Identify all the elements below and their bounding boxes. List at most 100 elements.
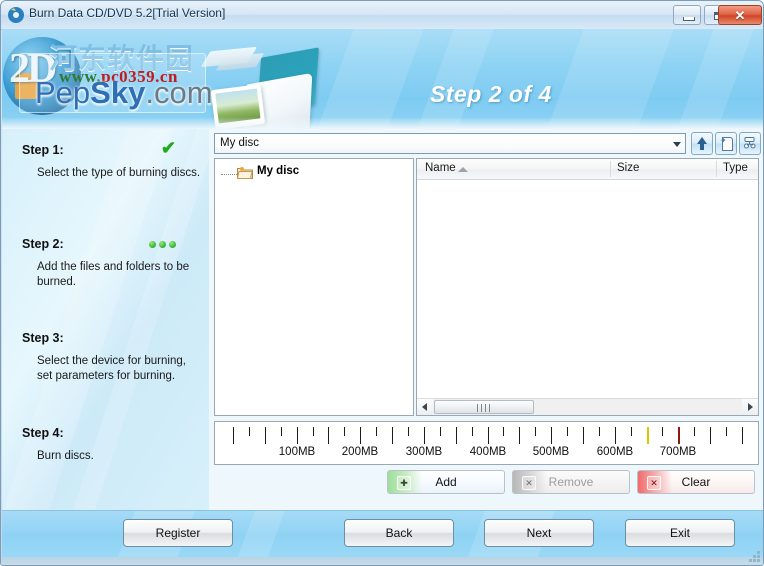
- column-header-size[interactable]: Size: [617, 162, 639, 174]
- ruler-minor-tick: [694, 427, 695, 436]
- ruler-minor-tick: [599, 427, 600, 436]
- tree-connector: [221, 174, 237, 175]
- ruler-major-tick: [710, 427, 711, 444]
- ruler-major-tick: [519, 427, 520, 444]
- clear-button[interactable]: ✕ Clear: [637, 470, 755, 494]
- step-3-description: Select the device for burning, set param…: [37, 355, 186, 382]
- window-title: Burn Data CD/DVD 5.2[Trial Version]: [29, 6, 226, 20]
- ruler-minor-tick: [631, 427, 632, 436]
- column-divider[interactable]: [610, 161, 611, 177]
- sidebar-step-4: Step 4: Burn discs.: [22, 426, 200, 464]
- ruler-major-tick: [615, 427, 616, 444]
- check-icon: ✔: [160, 138, 176, 158]
- ruler-major-tick: [233, 427, 234, 444]
- resize-grip[interactable]: [749, 551, 761, 563]
- disc-select-combobox[interactable]: My disc: [214, 133, 686, 154]
- step-1-description: Select the type of burning discs.: [37, 167, 201, 179]
- next-button[interactable]: Next: [484, 519, 594, 547]
- triangle-left-icon: [422, 403, 427, 411]
- capacity-ruler: 100MB 200MB 300MB 400MB 500MB 600MB 700MB: [214, 421, 759, 465]
- column-header-name[interactable]: Name: [425, 162, 456, 174]
- ruler-major-tick: [265, 427, 266, 444]
- ruler-minor-tick: [472, 427, 473, 436]
- scroll-right-button[interactable]: [742, 399, 758, 414]
- minimize-button[interactable]: [673, 5, 701, 25]
- sparkle-icon: ✦: [720, 136, 727, 145]
- title-bar: Burn Data CD/DVD 5.2[Trial Version] ✕: [1, 1, 763, 30]
- ruler-label: 200MB: [341, 446, 379, 458]
- folder-open-icon: [236, 166, 253, 179]
- ruler-label: 300MB: [405, 446, 443, 458]
- scrollbar-grip-icon: [477, 404, 491, 412]
- step-2-status: [146, 235, 176, 253]
- cd-700-marker: [678, 427, 680, 444]
- ruler-label: 500MB: [532, 446, 570, 458]
- register-button[interactable]: Register: [123, 519, 233, 547]
- up-one-level-button[interactable]: [691, 132, 713, 155]
- remove-button-label: Remove: [548, 475, 594, 489]
- ruler-major-tick: [551, 427, 552, 444]
- ruler-major-tick: [583, 427, 584, 444]
- sort-ascending-icon: [458, 167, 468, 172]
- ruler-minor-tick: [726, 427, 727, 436]
- app-icon: [7, 6, 25, 24]
- file-list-panel[interactable]: Name Size Type: [416, 158, 759, 416]
- ruler-major-tick: [742, 427, 743, 444]
- rename-icon: [744, 136, 757, 149]
- sidebar-step-2: Step 2: Add the files and folders to be …: [22, 237, 200, 290]
- disc-tree-panel[interactable]: My disc: [214, 158, 414, 416]
- horizontal-scrollbar[interactable]: [417, 398, 758, 415]
- minimize-icon: [683, 17, 695, 21]
- step-4-description: Burn discs.: [37, 450, 94, 462]
- file-list-header: Name Size Type: [417, 159, 758, 180]
- ruler-minor-tick: [313, 427, 314, 436]
- add-button-label: Add: [435, 475, 457, 489]
- sidebar-step-3: Step 3: Select the device for burning, s…: [22, 331, 200, 384]
- column-header-type[interactable]: Type: [723, 162, 748, 174]
- step-3-title: Step 3:: [22, 331, 64, 345]
- ruler-minor-tick: [567, 427, 568, 436]
- triangle-right-icon: [748, 403, 753, 411]
- ruler-label: 400MB: [469, 446, 507, 458]
- close-icon: ✕: [734, 8, 746, 23]
- close-button[interactable]: ✕: [718, 5, 762, 25]
- app-window: Burn Data CD/DVD 5.2[Trial Version] ✕ St…: [0, 0, 764, 566]
- step-1-status: ✔: [160, 138, 176, 159]
- file-list-body[interactable]: [417, 180, 758, 398]
- step-4-title: Step 4:: [22, 426, 64, 440]
- header-stripe: [525, 29, 689, 129]
- rename-button[interactable]: [739, 132, 761, 155]
- remove-button[interactable]: ✕ Remove: [512, 470, 630, 494]
- header-banner: Step 2 of 4: [2, 29, 763, 129]
- ruler-label: 600MB: [596, 446, 634, 458]
- new-folder-button[interactable]: ✦: [715, 132, 737, 155]
- exit-button[interactable]: Exit: [625, 519, 735, 547]
- ruler-major-tick: [456, 427, 457, 444]
- scrollbar-thumb[interactable]: [434, 400, 534, 414]
- header-fade: [2, 117, 763, 129]
- ruler-minor-tick: [535, 427, 536, 436]
- scroll-left-button[interactable]: [417, 399, 433, 414]
- up-arrow-icon-stem: [700, 143, 704, 150]
- progress-dot-icon: [169, 241, 176, 248]
- progress-dot-icon: [159, 241, 166, 248]
- back-button[interactable]: Back: [344, 519, 454, 547]
- ruler-label: 100MB: [278, 446, 316, 458]
- add-button[interactable]: ✚ Add: [387, 470, 505, 494]
- steps-sidebar: Step 1: ✔ Select the type of burning dis…: [2, 129, 210, 510]
- ruler-minor-tick: [376, 427, 377, 436]
- ruler-major-tick: [392, 427, 393, 444]
- ruler-major-tick: [424, 427, 425, 444]
- clear-button-label: Clear: [681, 475, 711, 489]
- content-area: My disc ✦ My disc Name Size Type 100MB 2…: [209, 129, 763, 510]
- ruler-major-tick: [328, 427, 329, 444]
- ruler-minor-tick: [440, 427, 441, 436]
- ruler-label: 700MB: [659, 446, 697, 458]
- ruler-minor-tick: [503, 427, 504, 436]
- ruler-minor-tick: [662, 427, 663, 436]
- tree-item-label: My disc: [257, 165, 300, 177]
- ruler-minor-tick: [408, 427, 409, 436]
- step-2-description: Add the files and folders to be burned.: [37, 261, 190, 288]
- column-divider[interactable]: [716, 161, 717, 177]
- ruler-major-tick: [297, 427, 298, 444]
